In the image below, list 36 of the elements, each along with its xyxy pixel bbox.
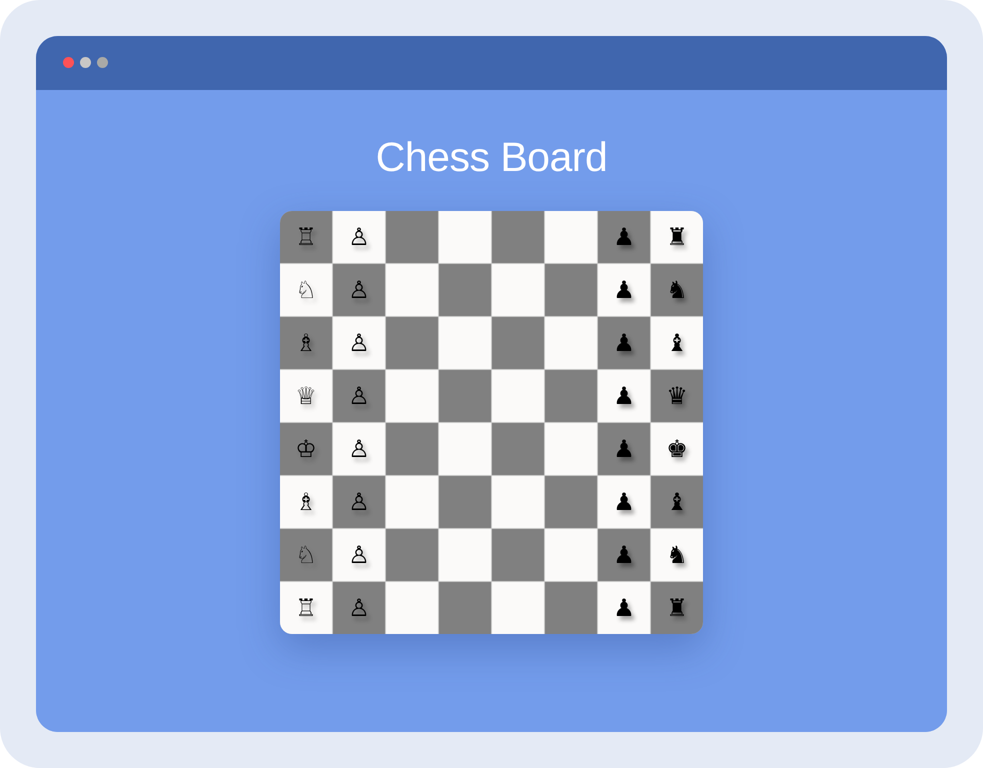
chess-piece[interactable]: ♜	[666, 594, 688, 622]
chess-piece[interactable]: ♘	[295, 541, 317, 569]
chess-piece[interactable]: ♙	[348, 594, 370, 622]
chess-piece[interactable]: ♖	[295, 594, 317, 622]
window-dot-icon[interactable]	[80, 56, 91, 68]
chess-piece[interactable]: ♚	[666, 435, 688, 463]
chess-piece[interactable]: ♟	[613, 541, 635, 569]
chess-piece[interactable]: ♔	[295, 435, 317, 463]
chess-piece[interactable]: ♟	[613, 382, 635, 410]
chess-piece[interactable]: ♟	[613, 435, 635, 463]
chess-piece[interactable]: ♙	[348, 329, 370, 357]
chess-piece[interactable]: ♙	[348, 276, 370, 304]
chess-piece[interactable]: ♟	[613, 276, 635, 304]
chess-piece[interactable]: ♟	[613, 329, 635, 357]
chess-piece[interactable]: ♙	[348, 382, 370, 410]
chess-piece[interactable]: ♛	[666, 382, 688, 410]
window-dot-icon[interactable]	[63, 56, 74, 68]
chess-piece[interactable]: ♕	[295, 382, 317, 410]
chess-piece[interactable]: ♖	[295, 223, 317, 251]
chess-piece[interactable]: ♙	[348, 435, 370, 463]
chess-piece[interactable]: ♞	[666, 541, 688, 569]
page-title: Chess Board	[376, 133, 608, 182]
chess-piece[interactable]: ♝	[666, 329, 688, 357]
chess-piece[interactable]: ♘	[295, 276, 317, 304]
chess-piece[interactable]: ♟	[613, 223, 635, 251]
chess-piece[interactable]: ♗	[295, 329, 317, 357]
chess-piece[interactable]: ♟	[613, 594, 635, 622]
window-dot-icon[interactable]	[97, 56, 108, 68]
chess-piece[interactable]: ♟	[613, 488, 635, 516]
chess-piece[interactable]: ♙	[348, 541, 370, 569]
chess-piece[interactable]: ♝	[666, 488, 688, 516]
chess-piece[interactable]: ♜	[666, 223, 688, 251]
chess-piece[interactable]: ♗	[295, 488, 317, 516]
chess-piece[interactable]: ♙	[348, 488, 370, 516]
chess-piece[interactable]: ♙	[348, 223, 370, 251]
chess-piece[interactable]: ♞	[666, 276, 688, 304]
